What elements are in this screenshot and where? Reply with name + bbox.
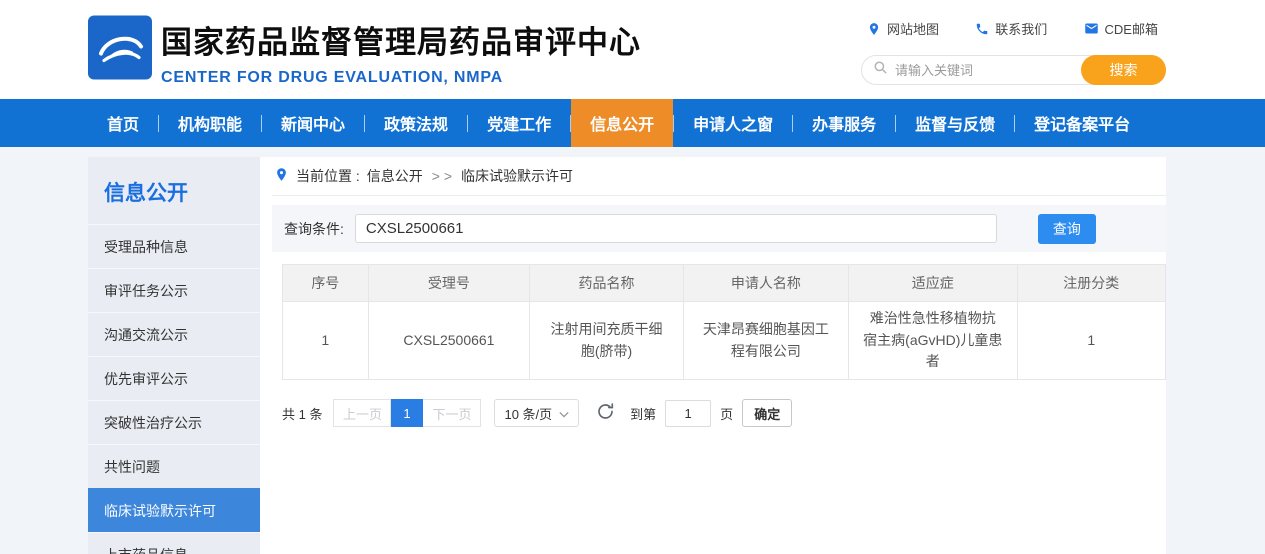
- goto-prefix: 到第: [630, 404, 656, 423]
- location-pin-icon: [867, 22, 881, 36]
- breadcrumb: 当前位置 : 信息公开 > > 临床试验默示许可: [272, 157, 1166, 196]
- table-header-row: 序号受理号药品名称申请人名称适应症注册分类: [283, 265, 1166, 302]
- sidebar: 信息公开 受理品种信息审评任务公示沟通交流公示优先审评公示突破性治疗公示共性问题…: [88, 157, 260, 554]
- table-column-header: 申请人名称: [683, 265, 848, 302]
- table-row: 1CXSL2500661注射用间充质干细胞(脐带)天津昂赛细胞基因工程有限公司难…: [283, 302, 1166, 380]
- quick-link-phone[interactable]: 联系我们: [975, 19, 1047, 38]
- sidebar-item-7[interactable]: 上市药品信息: [88, 532, 260, 554]
- prev-page-button[interactable]: 上一页: [333, 399, 391, 427]
- chevron-down-icon: [559, 406, 569, 421]
- query-label: 查询条件:: [284, 219, 344, 239]
- site-header: 国家药品监督管理局药品审评中心 CENTER FOR DRUG EVALUATI…: [0, 0, 1265, 99]
- sidebar-title: 信息公开: [88, 157, 260, 224]
- search-icon: [873, 60, 888, 80]
- table-cell: 1: [1017, 302, 1165, 380]
- table-column-header: 受理号: [368, 265, 530, 302]
- table-column-header: 适应症: [848, 265, 1017, 302]
- nav-item-4[interactable]: 党建工作: [468, 99, 570, 147]
- quick-link-label: CDE邮箱: [1105, 19, 1158, 38]
- query-input[interactable]: [355, 214, 997, 243]
- table-cell: CXSL2500661: [368, 302, 530, 380]
- next-page-button[interactable]: 下一页: [423, 399, 481, 427]
- site-search-bar: 搜索: [861, 55, 1166, 85]
- quick-links: 网站地图 联系我们 CDE邮箱: [861, 19, 1166, 38]
- sidebar-item-3[interactable]: 优先审评公示: [88, 356, 260, 400]
- page-body: 信息公开 受理品种信息审评任务公示沟通交流公示优先审评公示突破性治疗公示共性问题…: [0, 147, 1265, 554]
- table-column-header: 序号: [283, 265, 369, 302]
- main-content: 当前位置 : 信息公开 > > 临床试验默示许可 查询条件: 查询 序号受理号药…: [260, 157, 1166, 554]
- breadcrumb-prefix: 当前位置 :: [296, 166, 360, 186]
- table-cell: 难治性急性移植物抗宿主病(aGvHD)儿童患者: [848, 302, 1017, 380]
- nav-item-9[interactable]: 登记备案平台: [1015, 99, 1149, 147]
- nav-item-0[interactable]: 首页: [88, 99, 158, 147]
- sidebar-item-1[interactable]: 审评任务公示: [88, 268, 260, 312]
- query-panel: 查询条件: 查询: [272, 205, 1166, 252]
- search-button[interactable]: 搜索: [1081, 55, 1166, 85]
- table-column-header: 注册分类: [1017, 265, 1165, 302]
- nav-item-1[interactable]: 机构职能: [159, 99, 261, 147]
- sidebar-item-4[interactable]: 突破性治疗公示: [88, 400, 260, 444]
- search-input[interactable]: [888, 63, 1081, 78]
- refresh-icon: [596, 402, 615, 424]
- results-table: 序号受理号药品名称申请人名称适应症注册分类 1CXSL2500661注射用间充质…: [282, 264, 1166, 380]
- page-size-select[interactable]: 10 条/页: [494, 399, 579, 427]
- current-page-button[interactable]: 1: [391, 399, 423, 427]
- pagination-total: 共 1 条: [282, 404, 322, 423]
- table-cell: 天津昂赛细胞基因工程有限公司: [683, 302, 848, 380]
- page-size-value: 10 条/页: [504, 404, 552, 423]
- quick-link-location-pin[interactable]: 网站地图: [867, 19, 939, 38]
- sidebar-item-2[interactable]: 沟通交流公示: [88, 312, 260, 356]
- goto-suffix: 页: [720, 404, 733, 423]
- breadcrumb-section[interactable]: 信息公开: [367, 166, 423, 186]
- nav-item-8[interactable]: 监督与反馈: [896, 99, 1014, 147]
- site-title: 国家药品监督管理局药品审评中心: [161, 17, 641, 62]
- breadcrumb-current[interactable]: 临床试验默示许可: [461, 166, 573, 186]
- goto-page-input[interactable]: [665, 400, 711, 427]
- main-nav: 首页机构职能新闻中心政策法规党建工作信息公开申请人之窗办事服务监督与反馈登记备案…: [0, 99, 1265, 147]
- table-column-header: 药品名称: [530, 265, 684, 302]
- site-subtitle: CENTER FOR DRUG EVALUATION, NMPA: [161, 69, 641, 87]
- refresh-button[interactable]: [596, 402, 615, 424]
- nav-item-2[interactable]: 新闻中心: [262, 99, 364, 147]
- quick-link-label: 联系我们: [995, 19, 1047, 38]
- nav-item-5[interactable]: 信息公开: [571, 99, 673, 147]
- nav-item-3[interactable]: 政策法规: [365, 99, 467, 147]
- brand: 国家药品监督管理局药品审评中心 CENTER FOR DRUG EVALUATI…: [88, 15, 641, 87]
- sidebar-item-6[interactable]: 临床试验默示许可: [88, 488, 260, 532]
- cde-logo-icon: [88, 15, 152, 80]
- location-pin-icon: [274, 167, 289, 185]
- sidebar-item-0[interactable]: 受理品种信息: [88, 224, 260, 268]
- table-cell: 注射用间充质干细胞(脐带): [530, 302, 684, 380]
- envelope-icon: [1084, 21, 1099, 36]
- quick-link-envelope[interactable]: CDE邮箱: [1084, 19, 1158, 38]
- confirm-button[interactable]: 确定: [742, 399, 792, 427]
- breadcrumb-separator: > >: [432, 168, 452, 184]
- nav-item-6[interactable]: 申请人之窗: [674, 99, 792, 147]
- table-cell: 1: [283, 302, 369, 380]
- query-button[interactable]: 查询: [1038, 214, 1096, 244]
- quick-link-label: 网站地图: [887, 19, 939, 38]
- pagination: 共 1 条 上一页 1 下一页 10 条/页: [282, 399, 1166, 427]
- phone-icon: [975, 22, 989, 36]
- sidebar-item-5[interactable]: 共性问题: [88, 444, 260, 488]
- nav-item-7[interactable]: 办事服务: [793, 99, 895, 147]
